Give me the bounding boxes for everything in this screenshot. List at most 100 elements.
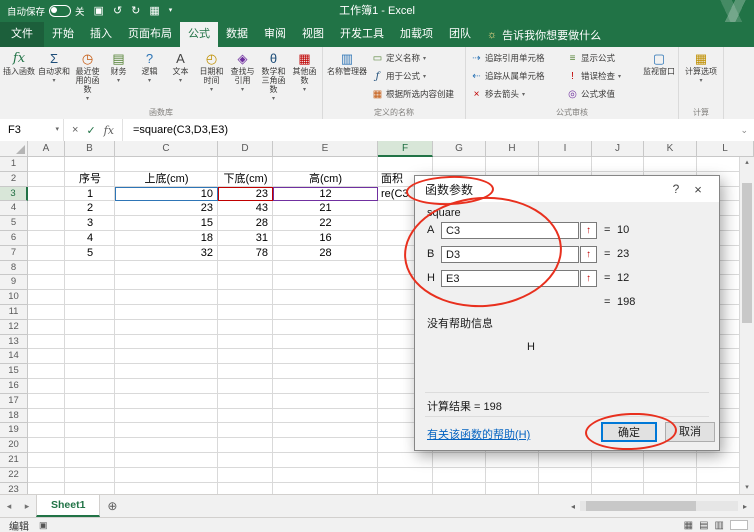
ribbon-tab-公式[interactable]: 公式 [180, 22, 218, 47]
cell-B1[interactable] [65, 157, 115, 172]
cell-A21[interactable] [28, 453, 65, 468]
vertical-scrollbar[interactable]: ▴ ▾ [739, 157, 754, 494]
collapse-dialog-icon[interactable]: ↑ [580, 222, 597, 239]
column-header-G[interactable]: G [433, 141, 486, 157]
cell-D10[interactable] [218, 290, 273, 305]
cell-C16[interactable] [115, 379, 218, 394]
row-header-2[interactable]: 2 [0, 171, 28, 187]
cell-I1[interactable] [539, 157, 592, 172]
lookup-reference-button[interactable]: ◈ 查找与引用 ▾ [227, 49, 258, 106]
cell-A12[interactable] [28, 319, 65, 335]
cell-E23[interactable] [273, 482, 378, 494]
cell-C12[interactable] [115, 319, 218, 335]
cell-A17[interactable] [28, 393, 65, 409]
row-header-11[interactable]: 11 [0, 305, 28, 320]
cell-D11[interactable] [218, 305, 273, 320]
cell-E21[interactable] [273, 453, 378, 468]
dialog-close-icon[interactable]: × [687, 182, 709, 197]
calculation-options-button[interactable]: ▦ 计算选项 ▾ [681, 49, 721, 106]
cell-value-B6[interactable]: 4 [65, 231, 115, 246]
autosave-toggle[interactable]: 自动保存 关 [7, 4, 85, 18]
sheet-tab-sheet1[interactable]: Sheet1 [36, 495, 101, 517]
row-header-17[interactable]: 17 [0, 393, 28, 409]
cell-value-D3[interactable]: 23 [218, 187, 268, 202]
select-all-button[interactable] [0, 141, 28, 157]
cell-C22[interactable] [115, 467, 218, 483]
ribbon-tab-加载项[interactable]: 加载项 [392, 22, 441, 47]
cell-value-D5[interactable]: 28 [218, 216, 268, 231]
cell-value-D4[interactable]: 43 [218, 201, 268, 216]
name-box[interactable]: F3 ▾ [0, 119, 64, 141]
horizontal-scroll-thumb[interactable] [586, 501, 696, 511]
column-header-A[interactable]: A [28, 141, 65, 157]
cell-value-C5[interactable]: 15 [115, 216, 213, 231]
cell-I21[interactable] [539, 453, 592, 468]
scroll-left-icon[interactable]: ◂ [566, 502, 580, 511]
insert-function-button[interactable]: fx 插入函数 [2, 49, 36, 106]
cell-D13[interactable] [218, 334, 273, 350]
row-header-19[interactable]: 19 [0, 423, 28, 439]
ribbon-tab-开发工具[interactable]: 开发工具 [332, 22, 392, 47]
cell-A14[interactable] [28, 349, 65, 365]
cell-F21[interactable] [378, 453, 433, 468]
ribbon-tab-团队[interactable]: 团队 [441, 22, 479, 47]
cell-D15[interactable] [218, 364, 273, 379]
cell-E13[interactable] [273, 334, 378, 350]
redo-icon[interactable]: ↻ [131, 0, 140, 22]
logic-button[interactable]: ? 逻辑 ▾ [134, 49, 165, 106]
cell-C17[interactable] [115, 393, 218, 409]
cell-C10[interactable] [115, 290, 218, 305]
trace-precedents-button[interactable]: ⇢ 追踪引用单元格 [468, 49, 564, 67]
cell-E1[interactable] [273, 157, 378, 172]
ribbon-tab-数据[interactable]: 数据 [218, 22, 256, 47]
cell-H22[interactable] [486, 467, 539, 483]
cell-value-E2[interactable]: 高(cm) [273, 172, 378, 187]
cell-J21[interactable] [592, 453, 644, 468]
cell-B21[interactable] [65, 453, 115, 468]
cell-A1[interactable] [28, 157, 65, 172]
cell-A6[interactable] [28, 231, 65, 246]
scroll-up-icon[interactable]: ▴ [740, 157, 754, 169]
cell-E19[interactable] [273, 423, 378, 439]
cell-E18[interactable] [273, 408, 378, 424]
ribbon-tab-审阅[interactable]: 审阅 [256, 22, 294, 47]
cell-value-C6[interactable]: 18 [115, 231, 213, 246]
cell-C23[interactable] [115, 482, 218, 494]
cell-A7[interactable] [28, 245, 65, 261]
scroll-down-icon[interactable]: ▾ [740, 482, 754, 494]
row-header-4[interactable]: 4 [0, 201, 28, 217]
recent-functions-button[interactable]: ◷ 最近使用的函数 ▾ [72, 49, 103, 106]
ribbon-tab-视图[interactable]: 视图 [294, 22, 332, 47]
remove-arrows-button[interactable]: × 移去箭头 ▾ [468, 85, 564, 103]
vertical-scroll-thumb[interactable] [742, 183, 752, 323]
cell-G1[interactable] [433, 157, 486, 172]
cell-B12[interactable] [65, 319, 115, 335]
row-header-16[interactable]: 16 [0, 379, 28, 394]
row-header-12[interactable]: 12 [0, 319, 28, 335]
cell-D14[interactable] [218, 349, 273, 365]
cell-value-B3[interactable]: 1 [65, 187, 115, 202]
cell-value-C7[interactable]: 32 [115, 246, 213, 261]
finance-button[interactable]: ▤ 财务 ▾ [103, 49, 134, 106]
cell-D1[interactable] [218, 157, 273, 172]
cell-D20[interactable] [218, 438, 273, 453]
text-button[interactable]: A 文本 ▾ [165, 49, 196, 106]
cell-A11[interactable] [28, 305, 65, 320]
cell-B18[interactable] [65, 408, 115, 424]
error-checking-button[interactable]: ! 错误检查 ▾ [564, 67, 642, 85]
cell-H23[interactable] [486, 482, 539, 494]
row-header-6[interactable]: 6 [0, 231, 28, 246]
row-header-9[interactable]: 9 [0, 275, 28, 291]
cell-K21[interactable] [644, 453, 697, 468]
cell-E16[interactable] [273, 379, 378, 394]
create-from-selection-button[interactable]: ▦ 根据所选内容创建 [369, 85, 463, 103]
cell-value-D7[interactable]: 78 [218, 246, 268, 261]
cell-E8[interactable] [273, 260, 378, 276]
row-header-3[interactable]: 3 [0, 186, 28, 202]
cell-value-E6[interactable]: 16 [273, 231, 378, 246]
row-header-1[interactable]: 1 [0, 157, 28, 172]
row-header-13[interactable]: 13 [0, 334, 28, 350]
more-functions-button[interactable]: ▦ 其他函数 ▾ [289, 49, 320, 106]
cell-value-D6[interactable]: 31 [218, 231, 268, 246]
cell-G23[interactable] [433, 482, 486, 494]
